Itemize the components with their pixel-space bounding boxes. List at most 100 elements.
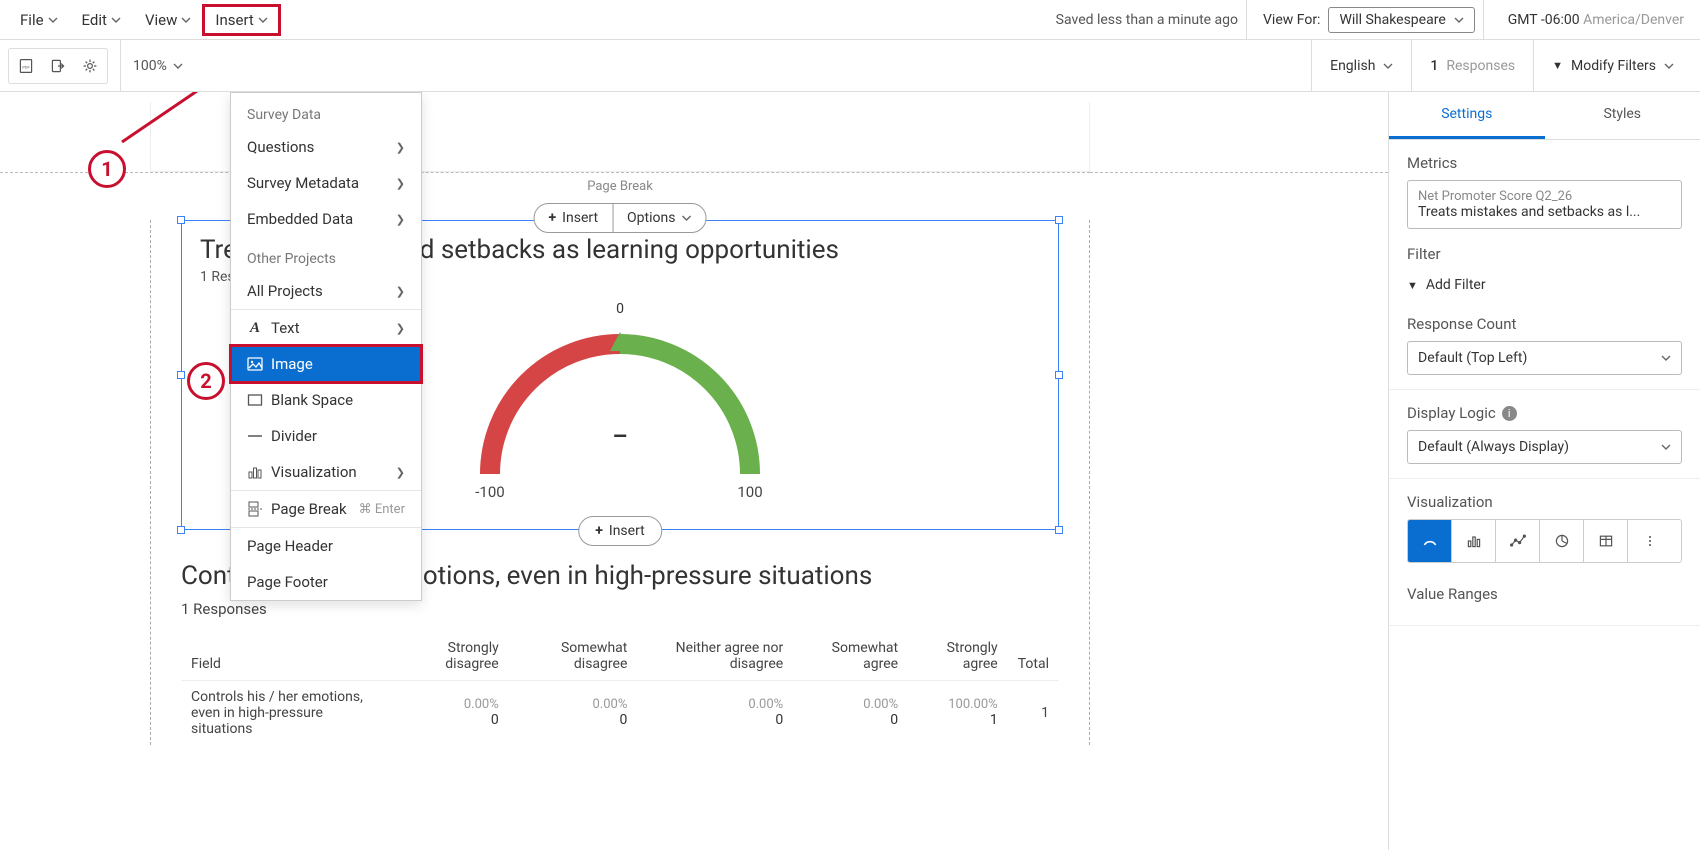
image-icon [247,356,263,372]
menu-edit[interactable]: Edit [70,5,133,35]
timezone-region: America/Denver [1583,12,1684,28]
more-icon [1642,533,1658,549]
visualization-label: Visualization [1407,493,1682,511]
table-header: Total [1008,632,1059,681]
menu-view[interactable]: View [133,5,203,35]
dropdown-text[interactable]: A Text ❯ [231,310,421,346]
gauge-icon [1422,533,1438,549]
resize-handle[interactable] [177,216,185,224]
response-count-select[interactable]: Default (Top Left) [1407,341,1682,375]
plus-icon: + [595,523,603,539]
chevron-down-icon [1383,63,1393,69]
viz-toolbar-options[interactable]: Options [613,204,705,232]
table-cell: 0.00%0 [395,680,509,745]
dropdown-blank-space[interactable]: Blank Space [231,382,421,418]
viz-toolbar-insert[interactable]: + Insert [535,204,614,232]
menubar: File Edit View Insert Saved less than a … [0,0,1700,40]
insert-below-button[interactable]: + Insert [578,516,662,546]
tool-group-export: PDF [8,48,108,84]
viz-type-line[interactable] [1496,520,1540,562]
viz-toolbar-insert-label: Insert [562,210,598,226]
plus-icon: + [549,210,557,226]
table-cell: 0.00%0 [793,680,908,745]
annotation-step-2: 2 [187,362,225,400]
viz-type-gauge[interactable] [1408,520,1452,562]
gauge-value: – [612,422,627,450]
toolbar: PDF 100% English 1 Responses ▼ Modify Fi… [0,40,1700,92]
viz-type-bar[interactable] [1452,520,1496,562]
menubar-right: Saved less than a minute ago View For: W… [1056,0,1692,40]
viz2-subtitle: 1 Responses [181,600,1059,618]
language-select[interactable]: English [1311,40,1411,92]
annotation-arrow-1 [110,92,240,152]
value-ranges-label: Value Ranges [1407,585,1682,603]
canvas-area[interactable]: Survey Data Questions ❯ Survey Metadata … [0,92,1388,850]
responses-label: Responses [1446,58,1515,74]
dropdown-image[interactable]: Image [231,346,421,382]
dropdown-divider-item[interactable]: Divider [231,418,421,454]
gear-icon [82,58,98,74]
settings-button[interactable] [75,51,105,81]
dropdown-embedded-data[interactable]: Embedded Data ❯ [231,201,421,237]
export-icon [50,58,66,74]
modify-filters-button[interactable]: ▼ Modify Filters [1533,40,1692,92]
menu-file[interactable]: File [8,5,70,35]
zoom-select[interactable]: 100% [120,40,183,92]
viz-type-selector [1407,519,1682,563]
dropdown-page-footer-label: Page Footer [247,573,328,591]
metric-subtitle: Net Promoter Score Q2_26 [1418,189,1671,204]
timezone-offset: GMT -06:00 [1508,12,1580,28]
resize-handle[interactable] [1055,371,1063,379]
viz-type-pie[interactable] [1540,520,1584,562]
language-value: English [1330,58,1375,74]
pdf-button[interactable]: PDF [11,51,41,81]
dropdown-questions[interactable]: Questions ❯ [231,129,421,165]
divider-icon [247,428,263,444]
resize-handle[interactable] [1055,216,1063,224]
menu-insert-label: Insert [215,11,253,29]
export-button[interactable] [43,51,73,81]
dropdown-page-header[interactable]: Page Header [231,528,421,564]
response-count-value: Default (Top Left) [1418,350,1527,366]
info-icon[interactable]: i [1502,406,1517,421]
responses-number: 1 [1430,58,1438,74]
viz-type-more[interactable] [1628,520,1672,562]
visualization-section: Visualization [1389,479,1700,626]
table-cell-field: Controls his / her emotions, even in hig… [181,680,395,745]
metrics-section: Metrics Net Promoter Score Q2_26 Treats … [1389,140,1700,390]
tab-settings[interactable]: Settings [1389,92,1545,139]
dropdown-section-other: Other Projects [231,237,421,273]
metrics-label: Metrics [1407,154,1682,172]
chevron-down-icon [1454,17,1464,23]
responses-count: 1 Responses [1411,40,1533,92]
viz-type-table[interactable] [1584,520,1628,562]
metric-selector[interactable]: Net Promoter Score Q2_26 Treats mistakes… [1407,180,1682,229]
dropdown-page-footer[interactable]: Page Footer [231,564,421,600]
resize-handle[interactable] [1055,526,1063,534]
filter-icon: ▼ [1552,59,1563,72]
page-break-icon [247,501,263,517]
table-header: Field [181,632,395,681]
tab-styles[interactable]: Styles [1545,92,1700,139]
viz-toolbar: + Insert Options [534,203,707,233]
blank-space-icon [247,392,263,408]
resize-handle[interactable] [177,371,185,379]
view-for-select[interactable]: Will Shakespeare [1328,7,1474,33]
toolbar-right: English 1 Responses ▼ Modify Filters [1311,40,1692,92]
chevron-down-icon [48,17,58,23]
dropdown-survey-metadata[interactable]: Survey Metadata ❯ [231,165,421,201]
resize-handle[interactable] [177,526,185,534]
dropdown-visualization[interactable]: Visualization ❯ [231,454,421,490]
toolbar-left: PDF 100% [8,40,183,92]
dropdown-all-projects-label: All Projects [247,282,323,300]
line-icon [1510,533,1526,549]
dropdown-page-break[interactable]: Page Break ⌘ Enter [231,491,421,527]
bar-icon [1466,533,1482,549]
pdf-icon: PDF [18,58,34,74]
menu-insert[interactable]: Insert [203,5,279,35]
display-logic-select[interactable]: Default (Always Display) [1407,430,1682,464]
properties-sidebar: Settings Styles Metrics Net Promoter Sco… [1388,92,1700,850]
add-filter-button[interactable]: ▼ Add Filter [1407,271,1682,299]
dropdown-all-projects[interactable]: All Projects ❯ [231,273,421,309]
filter-label: Filter [1407,245,1682,263]
